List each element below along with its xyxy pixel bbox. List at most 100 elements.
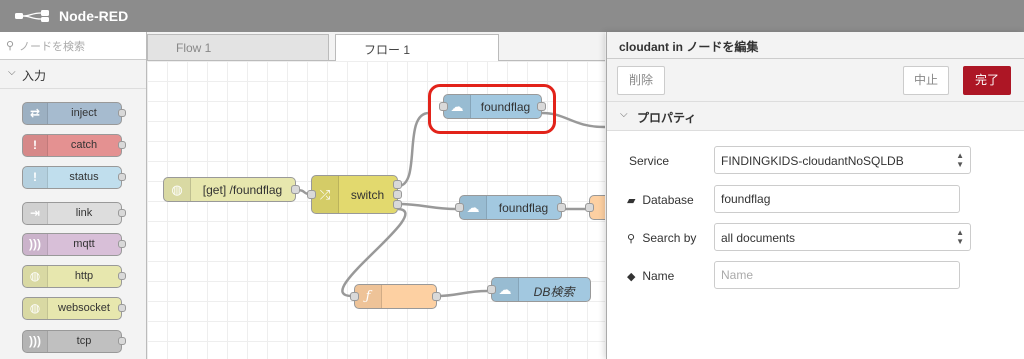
wire: [436, 289, 488, 298]
node-palette: ⚲ ノードを検索 ⌵ 入力 ⇄ inject! catch! status ⇥ link)…: [0, 32, 147, 359]
service-label: Service: [629, 154, 670, 168]
output-port-1[interactable]: [393, 180, 402, 189]
output-port[interactable]: [432, 292, 441, 301]
wire: [397, 111, 430, 188]
delete-button[interactable]: 削除: [617, 66, 665, 95]
node-label: foundflag: [498, 201, 549, 215]
input-port[interactable]: [307, 190, 316, 199]
palette-node-label: catch: [70, 139, 98, 151]
palette-search-input[interactable]: ノードを検索: [19, 38, 85, 54]
database-row: ▰ Database: [607, 185, 1024, 215]
chevron-down-icon: ⌵: [8, 67, 16, 78]
output-port: [118, 209, 126, 217]
function-node-partial[interactable]: [585, 195, 605, 220]
function-node[interactable]: ƒ: [350, 284, 441, 309]
cloud-icon: ☁: [460, 196, 487, 219]
output-port[interactable]: [557, 203, 566, 212]
output-port: [118, 272, 126, 280]
done-button[interactable]: 完了: [963, 66, 1011, 95]
http-in-node[interactable]: ◍ [get] /foundflag: [163, 177, 300, 202]
palette-node-1[interactable]: ! catch: [22, 134, 126, 157]
app-header: Node-RED: [0, 0, 1024, 32]
output-port: [118, 240, 126, 248]
node-red-logo-icon: [15, 10, 49, 22]
app-title: Node-RED: [59, 8, 129, 24]
output-port: [118, 109, 126, 117]
palette-category-label: 入力: [22, 69, 47, 83]
palette-node-0[interactable]: ⇄ inject: [22, 102, 126, 125]
workspace: Flow 1 フロー 1 ◍ [get] /foundflag ⤮ switch…: [147, 32, 605, 359]
palette-node-6[interactable]: ◍ websocket: [22, 297, 126, 320]
palette-node-7[interactable]: ))) tcp: [22, 330, 126, 353]
database-input[interactable]: [714, 185, 960, 213]
node-label: [get] /foundflag: [202, 183, 283, 197]
palette-node-4[interactable]: ))) mqtt: [22, 233, 126, 256]
input-port[interactable]: [455, 203, 464, 212]
palette-node-5[interactable]: ◍ http: [22, 265, 126, 288]
node-label: switch: [350, 188, 385, 202]
globe-icon: ◍: [23, 266, 48, 287]
tab-flow-1-ja[interactable]: フロー 1: [335, 34, 499, 61]
output-port: [118, 304, 126, 312]
database-label: Database: [642, 193, 694, 207]
wire: [397, 202, 457, 211]
search-icon: ⚲: [6, 40, 15, 52]
edit-tray-toolbar: 削除 中止 完了: [607, 59, 1024, 102]
name-row: ◆ Name: [607, 261, 1024, 291]
palette-search[interactable]: ⚲ ノードを検索: [0, 32, 146, 60]
search-by-select[interactable]: all documents ▲ ▼: [714, 223, 971, 251]
bridge-icon: ))): [23, 331, 48, 352]
palette-node-label: tcp: [76, 335, 92, 347]
chevron-down-icon: ⌵: [620, 109, 628, 120]
cloud-icon: ☁: [492, 278, 519, 301]
wire: [341, 207, 407, 298]
palette-node-label: status: [69, 171, 99, 183]
cloudant-node-db-search[interactable]: ☁ DB検索: [487, 277, 591, 302]
switch-icon: ⤮: [312, 176, 339, 213]
globe-icon: ◍: [164, 178, 191, 201]
link-icon: ⇥: [23, 203, 48, 224]
switch-node[interactable]: ⤮ switch: [307, 175, 402, 214]
service-select[interactable]: FINDINGKIDS-cloudantNoSQLDB ▲ ▼: [714, 146, 971, 174]
palette-node-label: link: [75, 207, 93, 219]
tab-label: フロー 1: [364, 43, 411, 57]
select-arrows-icon: ▲ ▼: [956, 228, 964, 246]
node-label: DB検索: [533, 285, 575, 299]
palette-node-3[interactable]: ⇥ link: [22, 202, 126, 225]
input-port[interactable]: [487, 285, 496, 294]
output-port-3[interactable]: [393, 200, 402, 209]
workspace-tabs: Flow 1 フロー 1: [147, 32, 605, 61]
alert-icon: !: [23, 135, 48, 156]
search-by-row: ⚲ Search by all documents ▲ ▼: [607, 223, 1024, 253]
alert-icon: !: [23, 167, 48, 188]
input-port[interactable]: [350, 292, 359, 301]
output-port: [118, 173, 126, 181]
search-icon: ⚲: [627, 233, 636, 245]
edit-tray-title: cloudant in ノードを編集: [619, 40, 759, 54]
name-label: Name: [642, 269, 675, 283]
service-value: FINDINGKIDS-cloudantNoSQLDB: [721, 154, 904, 168]
briefcase-icon: ▰: [627, 195, 636, 207]
output-port-2[interactable]: [393, 190, 402, 199]
output-port[interactable]: [291, 185, 300, 194]
tab-flow-1[interactable]: Flow 1: [147, 34, 329, 60]
output-port: [118, 337, 126, 345]
service-row: Service FINDINGKIDS-cloudantNoSQLDB ▲ ▼: [607, 146, 1024, 176]
search-by-label: Search by: [642, 231, 697, 245]
palette-category-input[interactable]: ⌵ 入力: [0, 60, 146, 89]
palette-node-label: websocket: [58, 302, 110, 314]
palette-node-label: mqtt: [73, 238, 95, 250]
tag-icon: ◆: [627, 271, 636, 283]
palette-node-2[interactable]: ! status: [22, 166, 126, 189]
tab-label: Flow 1: [176, 41, 212, 55]
properties-section-header[interactable]: ⌵ プロパティ: [607, 102, 1024, 131]
name-input[interactable]: [714, 261, 960, 289]
output-port: [118, 141, 126, 149]
function-icon: ƒ: [355, 285, 382, 308]
input-port[interactable]: [585, 203, 594, 212]
search-by-value: all documents: [721, 231, 796, 245]
node-edit-tray: cloudant in ノードを編集 削除 中止 完了 ⌵ プロパティ Serv…: [606, 32, 1024, 359]
cloudant-node-foundflag-mid[interactable]: ☁ foundflag: [455, 195, 566, 220]
select-arrows-icon: ▲ ▼: [956, 151, 964, 169]
cancel-button[interactable]: 中止: [903, 66, 949, 95]
